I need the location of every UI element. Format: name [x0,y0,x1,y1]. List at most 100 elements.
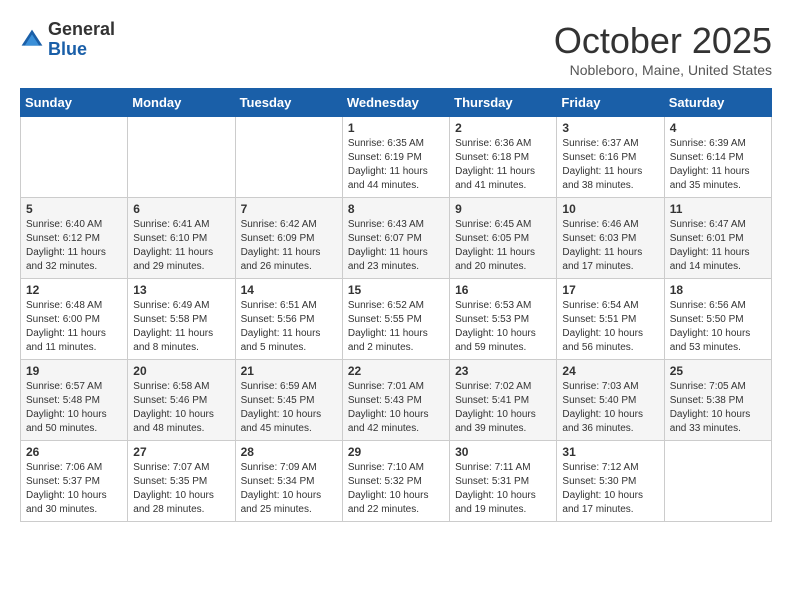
day-info: Sunrise: 6:59 AM Sunset: 5:45 PM Dayligh… [241,380,337,436]
weekday-header-wednesday: Wednesday [342,89,449,117]
day-info: Sunrise: 7:06 AM Sunset: 5:37 PM Dayligh… [26,461,122,517]
day-number: 14 [241,283,337,297]
calendar-cell: 5Sunrise: 6:40 AM Sunset: 6:12 PM Daylig… [21,198,128,279]
day-number: 21 [241,364,337,378]
day-info: Sunrise: 7:10 AM Sunset: 5:32 PM Dayligh… [348,461,444,517]
day-info: Sunrise: 6:41 AM Sunset: 6:10 PM Dayligh… [133,218,229,274]
day-info: Sunrise: 6:39 AM Sunset: 6:14 PM Dayligh… [670,137,766,193]
logo: General Blue [20,20,115,60]
day-info: Sunrise: 7:02 AM Sunset: 5:41 PM Dayligh… [455,380,551,436]
day-number: 5 [26,202,122,216]
calendar-cell: 31 Sunrise: 7:12 AM Sunset: 5:30 PM Dayli… [557,441,664,522]
location: Nobleboro, Maine, United States [554,62,772,78]
calendar-cell: 12 Sunrise: 6:48 AM Sunset: 6:00 PM Dayli… [21,279,128,360]
day-info: Sunrise: 6:47 AM Sunset: 6:01 PM Dayligh… [670,218,766,274]
week-row-3: 12 Sunrise: 6:48 AM Sunset: 6:00 PM Dayli… [21,279,772,360]
day-number: 7 [241,202,337,216]
calendar-cell: 29 Sunrise: 7:10 AM Sunset: 5:32 PM Dayli… [342,441,449,522]
calendar-cell: 30 Sunrise: 7:11 AM Sunset: 5:31 PM Dayli… [450,441,557,522]
day-info: Sunrise: 6:49 AM Sunset: 5:58 PM Dayligh… [133,299,229,355]
day-number: 30 [455,445,551,459]
day-info: Sunrise: 6:48 AM Sunset: 6:00 PM Dayligh… [26,299,122,355]
week-row-5: 26 Sunrise: 7:06 AM Sunset: 5:37 PM Dayli… [21,441,772,522]
day-info: Sunrise: 7:11 AM Sunset: 5:31 PM Dayligh… [455,461,551,517]
page-header: General Blue October 2025 Nobleboro, Mai… [20,20,772,78]
day-number: 15 [348,283,444,297]
day-info: Sunrise: 6:54 AM Sunset: 5:51 PM Dayligh… [562,299,658,355]
day-number: 1 [348,121,444,135]
calendar-cell [664,441,771,522]
weekday-header-row: SundayMondayTuesdayWednesdayThursdayFrid… [21,89,772,117]
logo-blue-text: Blue [48,39,87,59]
day-number: 22 [348,364,444,378]
weekday-header-monday: Monday [128,89,235,117]
weekday-header-saturday: Saturday [664,89,771,117]
week-row-1: 1 Sunrise: 6:35 AM Sunset: 6:19 PM Daylig… [21,117,772,198]
calendar-cell: 15 Sunrise: 6:52 AM Sunset: 5:55 PM Dayli… [342,279,449,360]
calendar-cell: 21 Sunrise: 6:59 AM Sunset: 5:45 PM Dayli… [235,360,342,441]
day-info: Sunrise: 6:43 AM Sunset: 6:07 PM Dayligh… [348,218,444,274]
title-block: October 2025 Nobleboro, Maine, United St… [554,20,772,78]
day-info: Sunrise: 7:07 AM Sunset: 5:35 PM Dayligh… [133,461,229,517]
calendar-cell: 19Sunrise: 6:57 AM Sunset: 5:48 PM Dayli… [21,360,128,441]
day-info: Sunrise: 7:05 AM Sunset: 5:38 PM Dayligh… [670,380,766,436]
calendar-cell: 7 Sunrise: 6:42 AM Sunset: 6:09 PM Daylig… [235,198,342,279]
day-number: 2 [455,121,551,135]
calendar-cell: 10 Sunrise: 6:46 AM Sunset: 6:03 PM Dayli… [557,198,664,279]
calendar-cell: 28 Sunrise: 7:09 AM Sunset: 5:34 PM Dayli… [235,441,342,522]
day-info: Sunrise: 7:12 AM Sunset: 5:30 PM Dayligh… [562,461,658,517]
day-number: 9 [455,202,551,216]
day-number: 29 [348,445,444,459]
day-info: Sunrise: 6:35 AM Sunset: 6:19 PM Dayligh… [348,137,444,193]
day-info: Sunrise: 6:42 AM Sunset: 6:09 PM Dayligh… [241,218,337,274]
calendar-cell: 27 Sunrise: 7:07 AM Sunset: 5:35 PM Dayli… [128,441,235,522]
day-number: 28 [241,445,337,459]
calendar-table: SundayMondayTuesdayWednesdayThursdayFrid… [20,88,772,522]
day-number: 20 [133,364,229,378]
day-info: Sunrise: 6:52 AM Sunset: 5:55 PM Dayligh… [348,299,444,355]
logo-icon [20,28,44,52]
day-number: 8 [348,202,444,216]
weekday-header-tuesday: Tuesday [235,89,342,117]
day-number: 17 [562,283,658,297]
calendar-cell: 24Sunrise: 7:03 AM Sunset: 5:40 PM Dayli… [557,360,664,441]
calendar-cell: 6Sunrise: 6:41 AM Sunset: 6:10 PM Daylig… [128,198,235,279]
weekday-header-friday: Friday [557,89,664,117]
calendar-cell: 23 Sunrise: 7:02 AM Sunset: 5:41 PM Dayli… [450,360,557,441]
calendar-cell: 17 Sunrise: 6:54 AM Sunset: 5:51 PM Dayli… [557,279,664,360]
calendar-cell: 16Sunrise: 6:53 AM Sunset: 5:53 PM Dayli… [450,279,557,360]
weekday-header-sunday: Sunday [21,89,128,117]
day-number: 31 [562,445,658,459]
day-number: 26 [26,445,122,459]
calendar-cell: 13Sunrise: 6:49 AM Sunset: 5:58 PM Dayli… [128,279,235,360]
day-number: 16 [455,283,551,297]
calendar-cell: 11 Sunrise: 6:47 AM Sunset: 6:01 PM Dayli… [664,198,771,279]
calendar-cell [128,117,235,198]
day-info: Sunrise: 6:37 AM Sunset: 6:16 PM Dayligh… [562,137,658,193]
day-info: Sunrise: 6:56 AM Sunset: 5:50 PM Dayligh… [670,299,766,355]
day-info: Sunrise: 6:58 AM Sunset: 5:46 PM Dayligh… [133,380,229,436]
day-number: 11 [670,202,766,216]
day-number: 10 [562,202,658,216]
calendar-cell: 4Sunrise: 6:39 AM Sunset: 6:14 PM Daylig… [664,117,771,198]
calendar-cell: 25Sunrise: 7:05 AM Sunset: 5:38 PM Dayli… [664,360,771,441]
day-info: Sunrise: 6:45 AM Sunset: 6:05 PM Dayligh… [455,218,551,274]
day-number: 12 [26,283,122,297]
day-info: Sunrise: 6:46 AM Sunset: 6:03 PM Dayligh… [562,218,658,274]
calendar-cell [21,117,128,198]
week-row-4: 19Sunrise: 6:57 AM Sunset: 5:48 PM Dayli… [21,360,772,441]
calendar-cell: 8 Sunrise: 6:43 AM Sunset: 6:07 PM Daylig… [342,198,449,279]
day-info: Sunrise: 7:03 AM Sunset: 5:40 PM Dayligh… [562,380,658,436]
calendar-cell: 14 Sunrise: 6:51 AM Sunset: 5:56 PM Dayli… [235,279,342,360]
calendar-cell: 26 Sunrise: 7:06 AM Sunset: 5:37 PM Dayli… [21,441,128,522]
calendar-cell: 3Sunrise: 6:37 AM Sunset: 6:16 PM Daylig… [557,117,664,198]
day-number: 23 [455,364,551,378]
day-number: 27 [133,445,229,459]
day-info: Sunrise: 6:51 AM Sunset: 5:56 PM Dayligh… [241,299,337,355]
calendar-cell: 18Sunrise: 6:56 AM Sunset: 5:50 PM Dayli… [664,279,771,360]
calendar-cell: 1 Sunrise: 6:35 AM Sunset: 6:19 PM Daylig… [342,117,449,198]
calendar-cell [235,117,342,198]
day-info: Sunrise: 7:09 AM Sunset: 5:34 PM Dayligh… [241,461,337,517]
day-info: Sunrise: 6:36 AM Sunset: 6:18 PM Dayligh… [455,137,551,193]
calendar-cell: 22Sunrise: 7:01 AM Sunset: 5:43 PM Dayli… [342,360,449,441]
